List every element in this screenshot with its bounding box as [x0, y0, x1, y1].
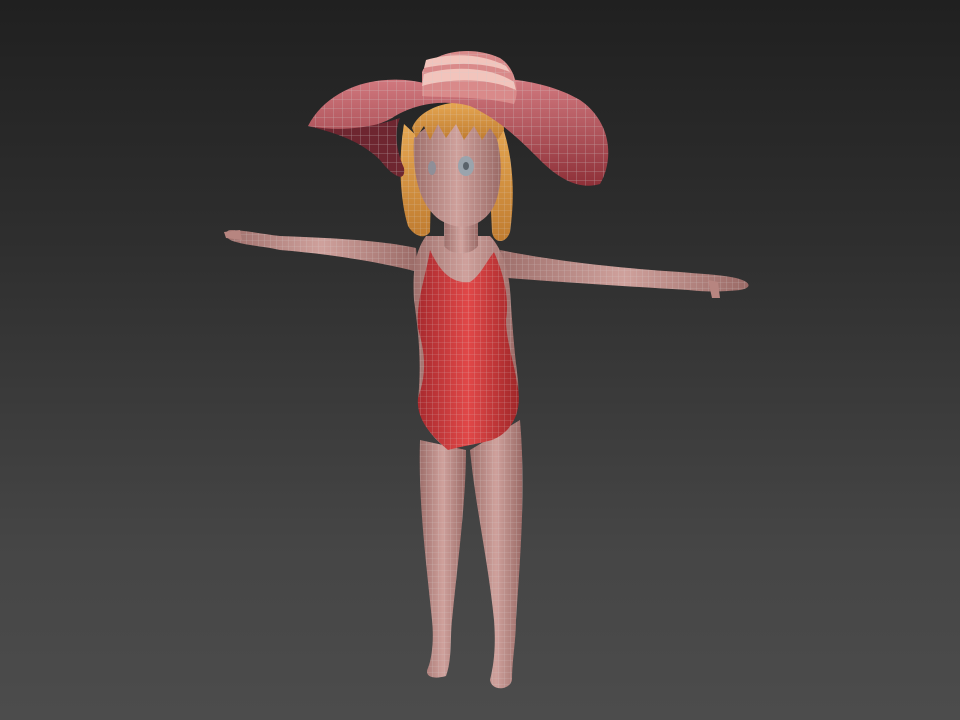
right-leg: [470, 420, 523, 689]
left-leg: [419, 440, 466, 678]
left-arm: [224, 230, 418, 272]
right-arm: [500, 250, 749, 298]
character-model[interactable]: [0, 0, 960, 720]
right-eye: [428, 161, 436, 175]
3d-viewport[interactable]: [0, 0, 960, 720]
neck: [444, 222, 478, 254]
